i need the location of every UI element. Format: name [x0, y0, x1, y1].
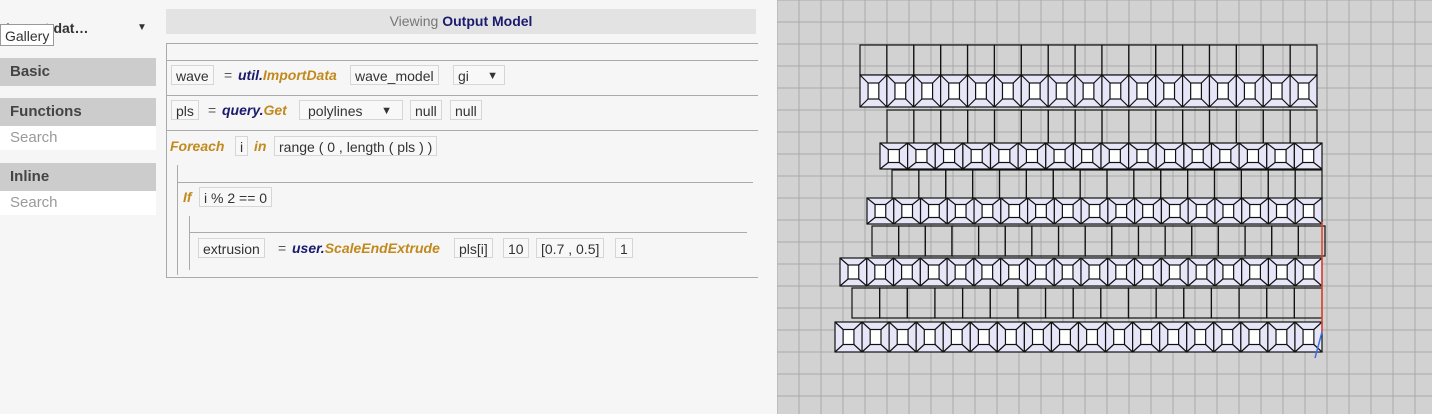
arg-pls-i[interactable]: pls[i]	[454, 238, 493, 258]
range-expression[interactable]: range ( 0 , length ( pls ) )	[274, 136, 438, 156]
assign-op: =	[278, 240, 287, 256]
chevron-down-icon[interactable]: ▼	[137, 22, 147, 33]
var-extrusion[interactable]: extrusion	[198, 238, 265, 258]
fn-query-get[interactable]: query.Get	[222, 100, 287, 120]
arg-null-1[interactable]: null	[410, 100, 442, 120]
line-divider	[166, 60, 758, 61]
block-bottom	[166, 277, 758, 278]
block-left-border	[166, 43, 167, 277]
var-pls[interactable]: pls	[171, 100, 199, 120]
if-body-border	[189, 216, 190, 270]
if-condition[interactable]: i % 2 == 0	[199, 187, 273, 207]
assign-op: =	[224, 67, 233, 83]
select-arrow-icon: ▼	[381, 105, 392, 117]
line-divider	[189, 232, 747, 233]
fn-scale-end-extrude[interactable]: user.ScaleEndExtrude	[292, 238, 440, 258]
var-i[interactable]: i	[235, 136, 249, 156]
arg-height[interactable]: 10	[503, 238, 529, 258]
gallery-tooltip: Gallery	[0, 24, 55, 46]
viewport-canvas[interactable]	[777, 0, 1432, 414]
arg-null-2[interactable]: null	[450, 100, 482, 120]
code-editor: Viewing Output Model wave = util.ImportD…	[157, 0, 777, 414]
functions-search-input[interactable]: Search	[0, 126, 156, 150]
keyword-foreach[interactable]: Foreach	[170, 136, 224, 156]
var-wave[interactable]: wave	[171, 65, 214, 85]
section-inline[interactable]: Inline	[0, 163, 156, 191]
line-divider	[166, 130, 758, 131]
arg-format-select[interactable]: gi ▼	[453, 65, 505, 85]
select-arrow-icon: ▼	[487, 70, 498, 82]
section-basic[interactable]: Basic	[0, 58, 156, 86]
section-functions[interactable]: Functions	[0, 98, 156, 126]
viewing-target[interactable]: Output Model	[442, 13, 532, 29]
block-divider	[166, 43, 758, 44]
line-divider	[177, 182, 753, 183]
assign-op: =	[208, 102, 217, 118]
3d-viewport[interactable]	[777, 0, 1432, 414]
fn-import-data[interactable]: util.ImportData	[238, 65, 337, 85]
viewing-prefix: Viewing	[389, 13, 439, 29]
arg-flag[interactable]: 1	[615, 238, 633, 258]
keyword-in: in	[254, 138, 267, 154]
inline-search-input[interactable]: Search	[0, 191, 156, 215]
keyword-if[interactable]: If	[183, 187, 192, 207]
sidebar: Import dat… ▼ Gallery Basic Functions Se…	[0, 0, 157, 414]
arg-type-select[interactable]: polylines ▼	[299, 100, 403, 120]
line-divider	[166, 95, 758, 96]
viewing-bar: Viewing Output Model	[166, 9, 756, 34]
arg-scale[interactable]: [0.7 , 0.5]	[536, 238, 605, 258]
arg-wave-model[interactable]: wave_model	[350, 65, 439, 85]
